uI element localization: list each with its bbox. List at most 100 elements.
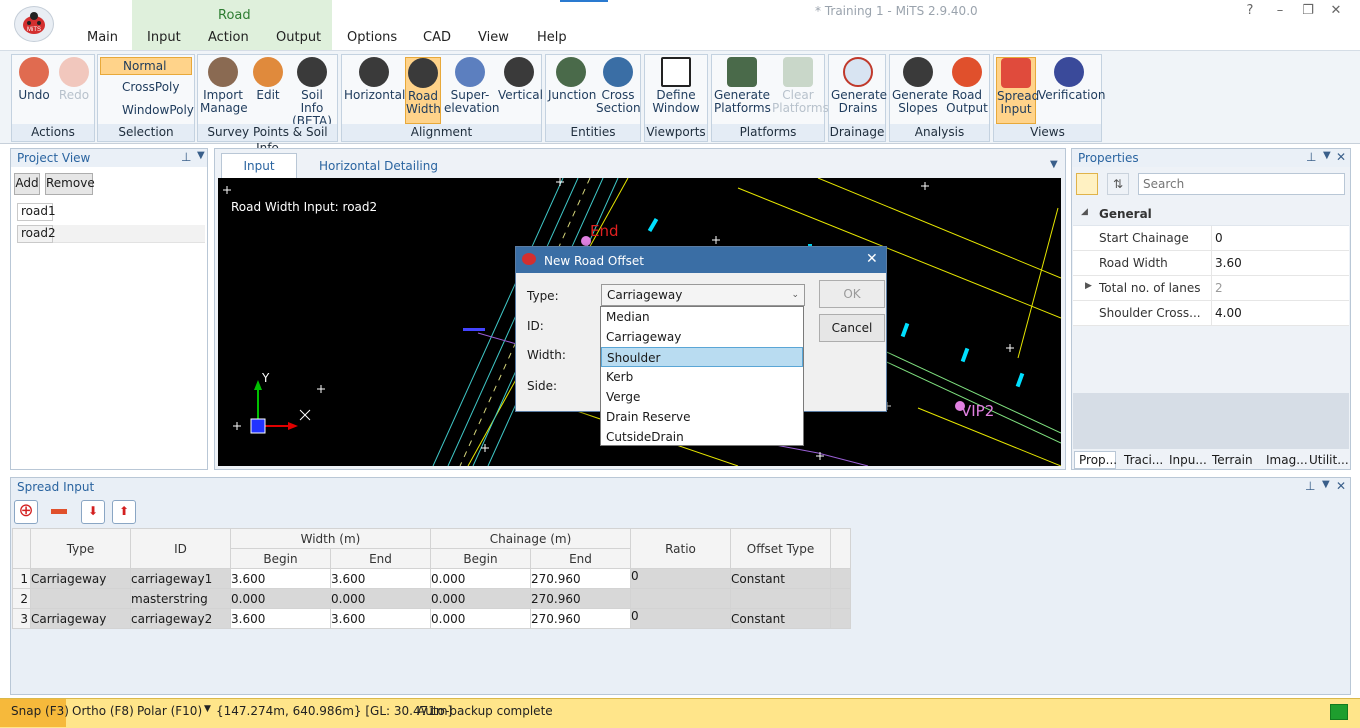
- tab-options[interactable]: Options: [347, 30, 397, 48]
- tab-input-panel[interactable]: Inpu...: [1169, 453, 1207, 467]
- import-manage-button[interactable]: Import Manage: [200, 57, 248, 115]
- ok-button[interactable]: OK: [819, 280, 885, 308]
- crosspoly-button[interactable]: CrossPoly: [100, 81, 192, 94]
- cross-section-button[interactable]: Cross Section: [596, 57, 641, 115]
- chainage-end-cell[interactable]: 270.960: [530, 568, 631, 589]
- dropdown-icon[interactable]: ▼: [1323, 150, 1331, 161]
- clear-platforms-button[interactable]: Clear Platforms: [772, 57, 829, 115]
- restore-button[interactable]: ❐: [1298, 3, 1318, 18]
- cancel-button[interactable]: Cancel: [819, 314, 885, 342]
- define-window-button[interactable]: Define Window: [647, 57, 705, 115]
- close-window-button[interactable]: ✕: [1326, 3, 1346, 18]
- offset-type-cell[interactable]: Constant: [730, 568, 831, 589]
- table-row[interactable]: 3 Carriageway carriageway2 3.600 3.600 0…: [12, 608, 851, 629]
- add-row-button[interactable]: ⊕: [14, 500, 38, 524]
- option-drain-reserve[interactable]: Drain Reserve: [601, 407, 803, 427]
- tab-properties[interactable]: Prop...: [1079, 453, 1117, 467]
- option-carriageway[interactable]: Carriageway: [601, 327, 803, 347]
- dialog-close-icon[interactable]: ✕: [866, 251, 878, 267]
- sort-az-icon[interactable]: ⇅: [1107, 173, 1129, 195]
- ratio-cell[interactable]: 0: [630, 568, 731, 589]
- ratio-cell[interactable]: [630, 588, 731, 609]
- close-icon[interactable]: ✕: [1336, 150, 1346, 164]
- chainage-begin-cell[interactable]: 0.000: [430, 588, 531, 609]
- pin-icon[interactable]: ⊥: [1306, 150, 1316, 164]
- tab-action[interactable]: Action: [208, 30, 249, 48]
- option-median[interactable]: Median: [601, 307, 803, 327]
- chainage-end-cell[interactable]: 270.960: [530, 588, 631, 609]
- polar-dropdown-icon[interactable]: ▼: [204, 704, 211, 714]
- ratio-cell[interactable]: 0: [630, 608, 731, 629]
- option-kerb[interactable]: Kerb: [601, 367, 803, 387]
- project-item-road1[interactable]: road1: [17, 203, 56, 221]
- col-chainage-begin[interactable]: Begin: [430, 548, 531, 569]
- dropdown-icon[interactable]: ▼: [1322, 479, 1330, 490]
- tab-output[interactable]: Output: [276, 30, 321, 48]
- chainage-begin-cell[interactable]: 0.000: [430, 568, 531, 589]
- option-cutside-drain[interactable]: CutsideDrain: [601, 427, 803, 447]
- col-width[interactable]: Width (m): [230, 528, 431, 549]
- move-down-button[interactable]: ⬇: [81, 500, 105, 524]
- pin-icon[interactable]: ⊥: [181, 150, 191, 164]
- id-cell[interactable]: carriageway1: [130, 568, 231, 589]
- junction-button[interactable]: Junction: [548, 57, 596, 102]
- col-offset-type[interactable]: Offset Type: [730, 528, 831, 569]
- id-cell[interactable]: carriageway2: [130, 608, 231, 629]
- snap-toggle[interactable]: Snap (F3): [11, 704, 69, 718]
- spread-input-button[interactable]: Spread Input: [996, 57, 1039, 124]
- app-logo[interactable]: MiTS: [14, 6, 54, 42]
- offset-type-cell[interactable]: Constant: [730, 608, 831, 629]
- width-begin-cell[interactable]: 3.600: [230, 568, 331, 589]
- super-elevation-button[interactable]: Super-elevation: [444, 57, 500, 115]
- redo-button[interactable]: Redo: [56, 57, 92, 102]
- chainage-end-cell[interactable]: 270.960: [530, 608, 631, 629]
- vertical-button[interactable]: Vertical: [498, 57, 543, 102]
- road-output-button[interactable]: Road Output: [946, 57, 988, 115]
- categorized-view-icon[interactable]: [1076, 173, 1098, 195]
- id-cell[interactable]: masterstring: [130, 588, 231, 609]
- soil-info-button[interactable]: Soil Info (BETA): [288, 57, 336, 128]
- move-up-button[interactable]: ⬆: [112, 500, 136, 524]
- search-input[interactable]: [1138, 173, 1345, 195]
- tab-cad[interactable]: CAD: [423, 30, 451, 48]
- tab-horizontal-detailing[interactable]: Horizontal Detailing: [319, 159, 438, 173]
- offset-type-cell[interactable]: [730, 588, 831, 609]
- normal-selection-button[interactable]: Normal: [100, 57, 192, 75]
- minimize-button[interactable]: –: [1270, 3, 1290, 18]
- horizontal-button[interactable]: Horizontal: [344, 57, 405, 102]
- col-ratio[interactable]: Ratio: [630, 528, 731, 569]
- tab-help[interactable]: Help: [537, 30, 567, 48]
- table-row[interactable]: 2 masterstring 0.000 0.000 0.000 270.960: [12, 588, 851, 609]
- project-item-road2[interactable]: road2: [17, 225, 56, 243]
- generate-platforms-button[interactable]: Generate Platforms: [714, 57, 771, 115]
- tab-terrain[interactable]: Terrain: [1212, 453, 1253, 467]
- section-general[interactable]: ◢ General: [1073, 203, 1349, 225]
- type-cell[interactable]: Carriageway: [30, 608, 131, 629]
- undo-button[interactable]: Undo: [16, 57, 52, 102]
- width-begin-cell[interactable]: 0.000: [230, 588, 331, 609]
- generate-drains-button[interactable]: Generate Drains: [831, 57, 887, 115]
- tab-input[interactable]: Input: [147, 30, 181, 48]
- tab-view[interactable]: View: [478, 30, 509, 48]
- generate-slopes-button[interactable]: Generate Slopes: [892, 57, 948, 115]
- close-icon[interactable]: ✕: [1336, 479, 1346, 493]
- col-id[interactable]: ID: [130, 528, 231, 569]
- windowpoly-button[interactable]: WindowPoly: [100, 104, 194, 117]
- tab-input-view[interactable]: Input: [221, 153, 297, 179]
- help-button[interactable]: ?: [1240, 3, 1260, 18]
- width-end-cell[interactable]: 3.600: [330, 568, 431, 589]
- option-verge[interactable]: Verge: [601, 387, 803, 407]
- col-width-begin[interactable]: Begin: [230, 548, 331, 569]
- chainage-begin-cell[interactable]: 0.000: [430, 608, 531, 629]
- add-button[interactable]: Add: [14, 173, 40, 195]
- polar-toggle[interactable]: Polar (F10): [137, 704, 202, 718]
- width-begin-cell[interactable]: 3.600: [230, 608, 331, 629]
- tab-tracing[interactable]: Traci...: [1124, 453, 1163, 467]
- col-width-end[interactable]: End: [330, 548, 431, 569]
- col-type[interactable]: Type: [30, 528, 131, 569]
- table-row[interactable]: 1 Carriageway carriageway1 3.600 3.600 0…: [12, 568, 851, 589]
- expand-icon[interactable]: ▶: [1085, 281, 1092, 291]
- tabs-dropdown-icon[interactable]: ▼: [1050, 159, 1058, 170]
- type-cell[interactable]: Carriageway: [30, 568, 131, 589]
- col-chainage-end[interactable]: End: [530, 548, 631, 569]
